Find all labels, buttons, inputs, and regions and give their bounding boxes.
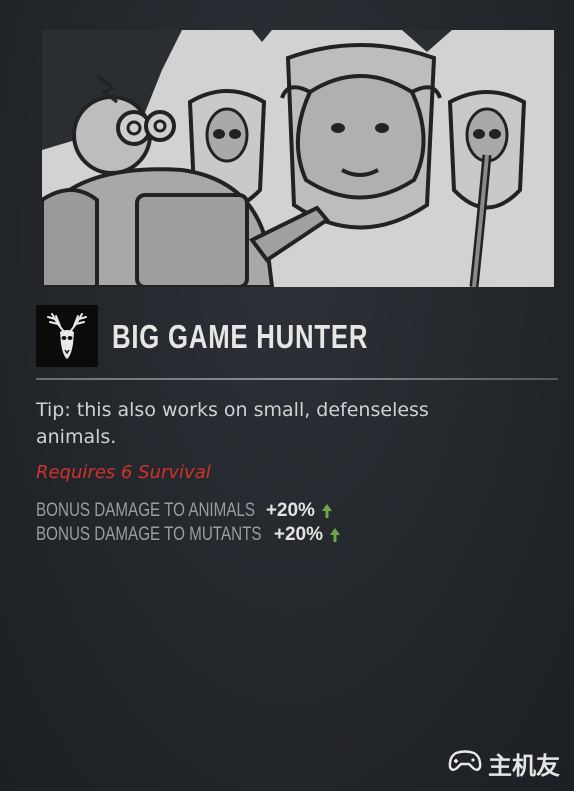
bonus-value: +20%: [265, 500, 315, 521]
watermark-text: 主机友: [488, 752, 560, 780]
perk-card: BIG GAME HUNTER Tip: this also works on …: [0, 0, 574, 791]
perk-title: BIG GAME HUNTER: [112, 318, 369, 355]
bonus-label: BONUS DAMAGE TO ANIMALS: [36, 500, 256, 521]
perk-requirement: Requires 6 Survival: [36, 462, 211, 483]
bonus-row: BONUS DAMAGE TO MUTANTS +20%: [36, 523, 341, 547]
watermark: 主机友: [448, 746, 560, 781]
gamepad-icon: [448, 749, 482, 779]
bonus-list: BONUS DAMAGE TO ANIMALS +20% BONUS DAMAG…: [36, 499, 341, 547]
arrow-up-icon: [321, 503, 333, 519]
arrow-up-icon: [329, 527, 341, 543]
bonus-value: +20%: [273, 524, 323, 545]
perk-illustration: [42, 30, 554, 287]
bonus-row: BONUS DAMAGE TO ANIMALS +20%: [36, 499, 341, 523]
bonus-label: BONUS DAMAGE TO MUTANTS: [36, 524, 262, 545]
perk-tip: Tip: this also works on small, defensele…: [36, 399, 429, 448]
title-divider: [36, 378, 558, 380]
deer-skull-icon: [36, 305, 98, 367]
